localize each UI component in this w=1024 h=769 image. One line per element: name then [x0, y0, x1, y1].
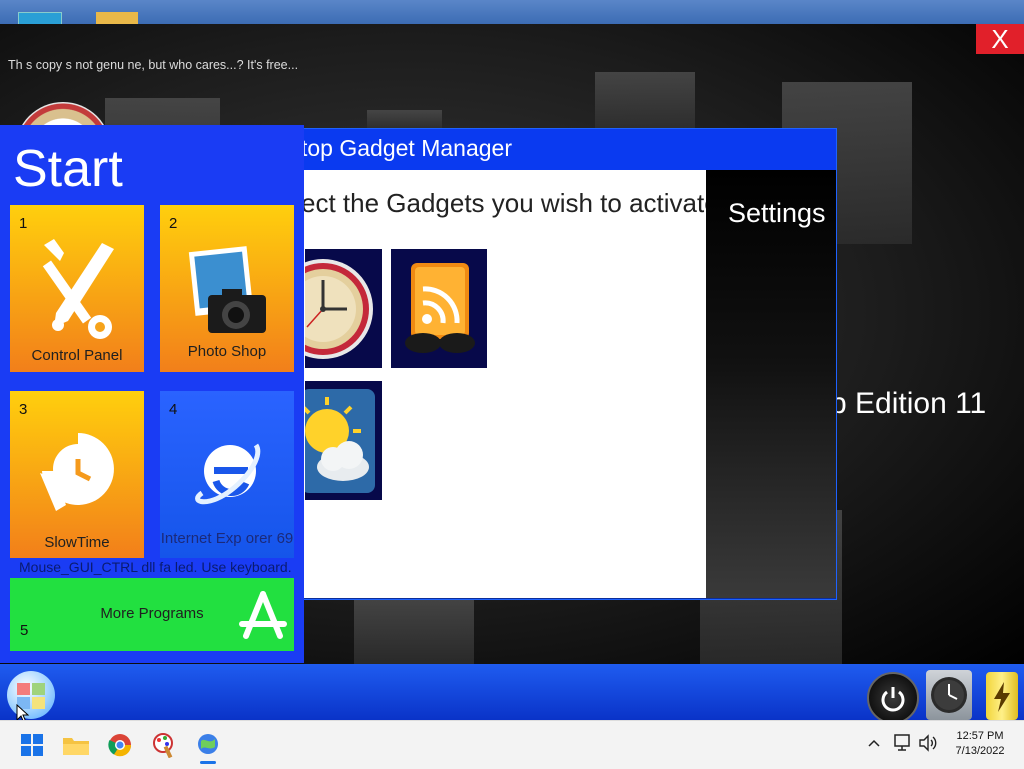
app-store-icon [239, 591, 287, 639]
rss-gadget-tile[interactable] [391, 249, 487, 368]
camera-icon [188, 246, 266, 333]
windows-start-button[interactable] [14, 727, 50, 763]
power-icon [881, 687, 905, 712]
chrome-icon [108, 734, 132, 757]
show-hidden-icons-button[interactable] [866, 735, 882, 756]
folder-icon[interactable] [96, 12, 138, 24]
host-desktop-strip [0, 0, 1024, 26]
gadget-manager-titlebar[interactable]: top Gadget Manager [301, 129, 836, 170]
more-programs-button[interactable]: More Programs 5 [10, 578, 294, 651]
tile-number: 2 [169, 215, 178, 232]
clock-app-button[interactable] [926, 670, 972, 720]
chevron-up-icon [868, 739, 880, 747]
background-block [367, 110, 442, 130]
genuine-notice-text: Th s copy s not genu ne, but who cares..… [8, 58, 299, 72]
settings-link[interactable]: Settings [728, 198, 826, 229]
background-block [354, 599, 474, 664]
windows-start-icon [21, 734, 43, 756]
tools-icon [42, 239, 114, 339]
gadget-list-panel: ect the Gadgets you wish to activate. [301, 170, 706, 598]
host-taskbar: 12:57 PM 7/13/2022 [0, 720, 1024, 769]
instruction-text: ect the Gadgets you wish to activate. [301, 188, 706, 218]
weather-icon [305, 389, 375, 493]
window-title: top Gadget Manager [301, 135, 512, 161]
tile-slowtime[interactable]: 3 SlowTime [10, 391, 144, 558]
clock-icon [305, 259, 373, 359]
file-explorer-button[interactable] [58, 727, 94, 763]
globe-app-icon [198, 734, 218, 754]
tile-number: 4 [169, 401, 178, 418]
rss-feed-icon [405, 263, 475, 353]
tile-label: Control Panel [31, 347, 123, 364]
power-button[interactable] [867, 672, 919, 724]
tile-label: Photo Shop [187, 343, 267, 360]
start-orb-button[interactable] [7, 671, 55, 719]
tile-label: Internet Exp orer 69 [160, 530, 294, 547]
chrome-button[interactable] [102, 727, 138, 763]
edition-text: p Edition 11 [830, 387, 987, 420]
network-button[interactable] [894, 734, 914, 757]
gadget-manager-window: top Gadget Manager ect the Gadgets you w… [300, 128, 837, 600]
tile-photo-shop[interactable]: 2 Photo Shop [160, 205, 294, 372]
background-block [595, 72, 695, 134]
network-icon [894, 734, 910, 751]
start-menu: Start 1 Control Panel 2 Photo Shop 3 Slo… [0, 125, 304, 663]
paint-icon [153, 733, 173, 758]
tile-number: 5 [20, 622, 29, 639]
close-button[interactable]: X [976, 24, 1024, 54]
start-title: Start [13, 140, 123, 198]
tray-clock[interactable]: 12:57 PM 7/13/2022 [940, 730, 1020, 757]
ie-icon [195, 443, 261, 505]
tile-number: 1 [19, 215, 28, 232]
lightning-icon [994, 682, 1010, 712]
emulated-taskbar [0, 664, 1024, 724]
globe-app-button[interactable] [190, 727, 226, 764]
settings-panel: Settings [706, 170, 836, 598]
tile-number: 3 [19, 401, 28, 418]
tray-date: 7/13/2022 [955, 745, 1005, 757]
volume-button[interactable] [918, 734, 938, 757]
tile-label: SlowTime [44, 534, 110, 551]
clock-icon [931, 677, 967, 713]
paint-button[interactable] [146, 727, 182, 763]
speaker-icon [919, 734, 937, 752]
battery-icon[interactable] [986, 672, 1018, 720]
slowtime-icon [40, 433, 114, 511]
active-indicator [200, 761, 216, 764]
file-explorer-icon [63, 738, 89, 755]
tray-time: 12:57 PM [956, 730, 1004, 742]
clock-gadget-tile[interactable] [305, 249, 382, 368]
tile-control-panel[interactable]: 1 Control Panel [10, 205, 144, 372]
tile-internet-explorer[interactable]: 4 Internet Exp orer 69 [160, 391, 294, 558]
error-message: Mouse_GUI_CTRL dll fa led. Use keyboard. [19, 559, 292, 575]
weather-gadget-tile[interactable] [305, 381, 382, 500]
